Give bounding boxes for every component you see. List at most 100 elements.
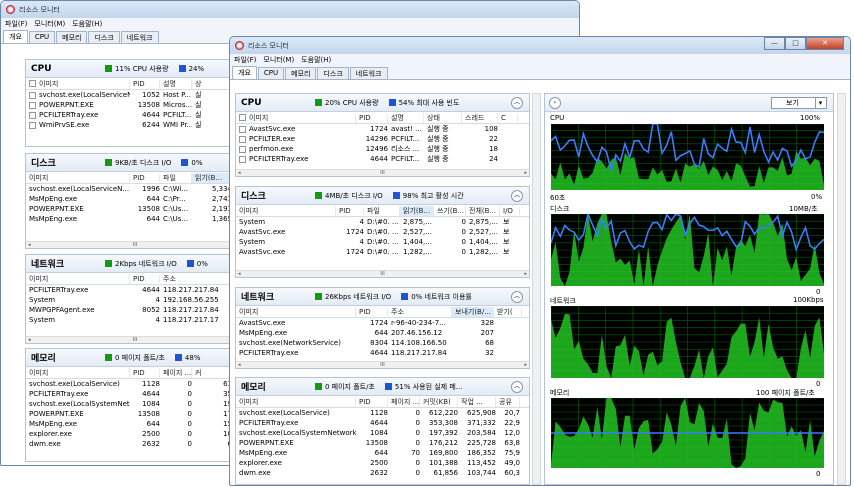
expand-arrow-icon[interactable]: › — [549, 97, 561, 109]
col-pid[interactable]: PID — [130, 368, 160, 377]
col-page-faults[interactable]: 페이지 ... — [388, 396, 420, 407]
graph-pane-scrollbar[interactable] — [837, 93, 846, 485]
col-shared[interactable]: 공유 — [496, 396, 520, 407]
col-total[interactable]: 전체(B... — [466, 205, 500, 216]
table-row[interactable]: System 4 118.217.217.17 — [26, 315, 244, 325]
front-cpu-header[interactable]: CPU 20% CPU 사용량 54% 최대 사용 빈도 ︿ — [236, 94, 529, 112]
table-row[interactable]: svchost.exe(LocalService) 1128 0 612,220 625… — [236, 408, 529, 418]
table-row[interactable]: svchost.exe(LocalServiceN... 1996 C:\Wi...… — [26, 184, 244, 194]
back-cpu-header[interactable]: CPU 11% CPU 사용량 24% — [26, 60, 244, 78]
col-send[interactable]: 보내기(B/... — [452, 306, 494, 317]
tab-disk[interactable]: 디스크 — [88, 31, 120, 43]
view-dropdown[interactable]: 보기 ▾ — [771, 97, 827, 109]
table-row[interactable]: MsMpEng.exe 644 C:\Pr... 2,741 — [26, 194, 244, 204]
table-row[interactable]: AvastSvc.exe 1724 D:\#0. ... 1,282,... 0 1,28… — [236, 247, 529, 257]
collapse-toggle-icon[interactable]: ︿ — [511, 190, 523, 202]
table-row[interactable]: MWPGPFAgent.exe 8052 118.217.217.84 — [26, 305, 244, 315]
table-row[interactable]: POWERPNT.EXE 13508 0 176,212 225,728 63,8 — [236, 438, 529, 448]
col-image[interactable]: 이미지 — [236, 112, 356, 123]
table-row[interactable]: System 4 D:\#0. ... 2,875,... 0 2,875,... 보 — [236, 217, 529, 227]
row-checkbox[interactable] — [29, 111, 36, 119]
table-row[interactable]: MsMpEng.exe 644 207.46.156.12 207 — [236, 328, 529, 338]
col-image[interactable]: 이미지 — [26, 367, 130, 378]
table-row[interactable]: PCFILTERTray.exe 4644 0 353,308 371,332 22,9 — [236, 418, 529, 428]
menu-monitor[interactable]: 모니터(M) — [263, 55, 294, 65]
horizontal-scrollbar[interactable]: ◂III▸ — [26, 241, 244, 248]
front-mem-header[interactable]: 메모리 0 페이지 폴트/초 51% 사용된 실제 메... ︿ — [236, 378, 529, 396]
col-file[interactable]: 파일 — [160, 172, 192, 183]
row-checkbox[interactable] — [239, 135, 246, 143]
col-image[interactable]: 이미지 — [236, 306, 356, 317]
back-disk-header[interactable]: 디스크 9KB/초 디스크 I/O 0% — [26, 154, 244, 172]
menu-help[interactable]: 도움말(H) — [301, 55, 331, 65]
table-row[interactable]: System 4 192.168.56.255 — [26, 295, 244, 305]
col-commit[interactable]: 커밋(KB) — [420, 396, 458, 407]
horizontal-scrollbar[interactable]: ◂III▸ — [26, 336, 244, 343]
table-row[interactable]: PCFILTERTray.exe 4644 PCFILT... 실 — [26, 110, 244, 120]
col-address[interactable]: 주소 — [388, 306, 452, 317]
col-image[interactable]: 이미지 — [236, 205, 336, 216]
tab-overview[interactable]: 개요 — [3, 30, 28, 43]
select-all-checkbox[interactable] — [239, 114, 246, 121]
table-row[interactable]: svchost.exe(NetworkService) 8304 114.108.1… — [236, 338, 529, 348]
tab-overview[interactable]: 개요 — [232, 66, 257, 79]
col-address[interactable]: 주소 — [160, 273, 232, 284]
col-threads[interactable]: 스레드 — [462, 112, 498, 123]
menu-help[interactable]: 도움말(H) — [72, 19, 102, 29]
tab-memory[interactable]: 메모리 — [285, 67, 317, 79]
table-row[interactable]: perfmon.exe 12496 리소스 ... 실행 중 18 — [236, 144, 529, 154]
back-net-header[interactable]: 네트워크 2Kbps 네트워크 I/O 0% — [26, 255, 244, 273]
col-image[interactable]: 이미지 — [26, 273, 130, 284]
col-commit[interactable]: 커 — [192, 367, 232, 378]
col-pid[interactable]: PID — [130, 79, 160, 88]
col-receive[interactable]: 받기( — [494, 306, 522, 317]
collapse-toggle-icon[interactable]: ︿ — [511, 381, 523, 393]
table-row[interactable]: PCFILTERTray.exe 4644 118.217.217.84 — [26, 285, 244, 295]
front-disk-header[interactable]: 디스크 4MB/초 디스크 I/O 98% 최고 활성 시간 ︿ — [236, 187, 529, 205]
menu-file[interactable]: 파일(F) — [5, 19, 27, 29]
col-image[interactable]: 이미지 — [236, 396, 356, 407]
col-write[interactable]: 쓰기(B... — [434, 205, 466, 216]
close-button[interactable]: ✕ — [806, 37, 844, 50]
col-file[interactable]: 파일 — [364, 205, 400, 216]
table-row[interactable]: PCFILTERTray.exe 4644 0 35 — [26, 389, 244, 399]
select-all-checkbox[interactable] — [29, 80, 36, 87]
collapse-toggle-icon[interactable]: ︿ — [511, 97, 523, 109]
col-pid[interactable]: PID — [356, 397, 388, 406]
table-row[interactable]: PCFILTERTray.exe 4644 118.217.217.84 32 — [236, 348, 529, 358]
table-row[interactable]: POWERPNT.EXE 13508 0 17 — [26, 409, 244, 419]
row-checkbox[interactable] — [29, 101, 36, 109]
table-row[interactable]: PCFILTERTray.exe 4644 PCFILT... 실행 중 24 — [236, 154, 529, 164]
menu-monitor[interactable]: 모니터(M) — [34, 19, 65, 29]
row-checkbox[interactable] — [239, 145, 246, 153]
tab-cpu[interactable]: CPU — [28, 31, 56, 43]
table-row[interactable]: WmiPrvSE.exe 6244 WMI Pr... 실 — [26, 120, 244, 130]
col-pid[interactable]: PID — [130, 274, 160, 283]
table-row[interactable]: MsMpEng.exe 644 0 15 — [26, 419, 244, 429]
tab-disk[interactable]: 디스크 — [317, 67, 349, 79]
col-read[interactable]: 읽기(B... — [400, 205, 434, 216]
col-pid[interactable]: PID — [356, 307, 388, 316]
horizontal-scrollbar[interactable]: ◂III▸ — [236, 270, 529, 277]
horizontal-scrollbar[interactable]: ◂III▸ — [236, 361, 529, 368]
table-row[interactable]: POWERPNT.EXE 13508 Micros... 실 — [26, 100, 244, 110]
col-status[interactable]: 상태 — [424, 112, 462, 123]
table-row[interactable]: PCFILTER.exe 14296 PCFILT... 실행 중 22 — [236, 134, 529, 144]
table-row[interactable]: AvastSvc.exe 1724 r-96-40-234-7... 328 — [236, 318, 529, 328]
left-pane-scrollbar[interactable] — [532, 93, 541, 485]
menu-file[interactable]: 파일(F) — [234, 55, 256, 65]
tab-cpu[interactable]: CPU — [257, 67, 285, 79]
col-working-set[interactable]: 작업 ... — [458, 396, 496, 407]
row-checkbox[interactable] — [29, 121, 36, 129]
horizontal-scrollbar[interactable]: ◂III▸ — [236, 169, 529, 176]
col-image[interactable]: 이미지 — [26, 172, 130, 183]
row-checkbox[interactable] — [239, 125, 246, 133]
table-row[interactable]: POWERPNT.EXE 13508 C:\Us... 2,193 — [26, 204, 244, 214]
table-row[interactable]: MsMpEng.exe 644 C:\Us... 1,365 — [26, 214, 244, 224]
table-row[interactable]: MsMpEng.exe 644 70 169,800 186,352 75,9 — [236, 448, 529, 458]
col-page-faults[interactable]: 페이지 ... — [160, 367, 192, 378]
table-row[interactable]: dwm.exe 2632 0 61,856 103,744 60,3 — [236, 468, 529, 478]
table-row[interactable]: System 4 D:\#0. ... 1,404,... 0 1,404,... 보 — [236, 237, 529, 247]
minimize-button[interactable]: — — [764, 37, 785, 50]
maximize-button[interactable]: □ — [785, 37, 806, 50]
